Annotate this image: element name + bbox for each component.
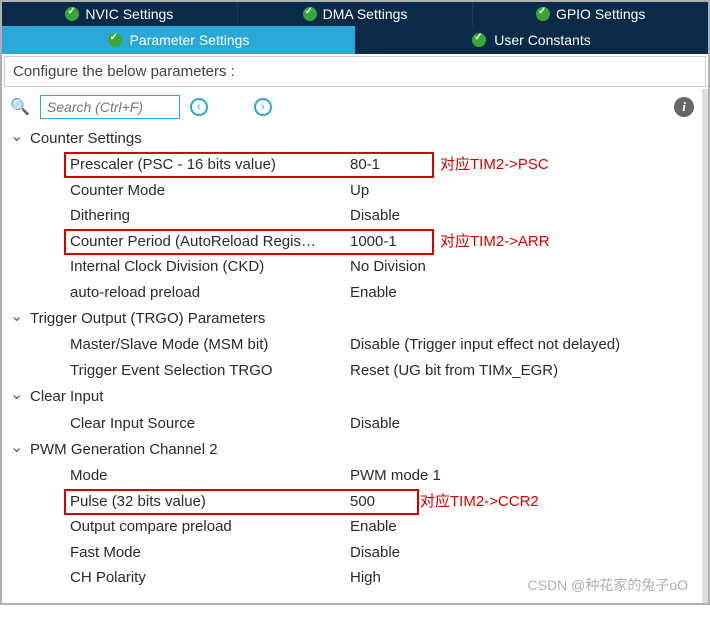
- row-clear-source[interactable]: Clear Input Source Disable: [10, 411, 694, 437]
- preload-label: auto-reload preload: [70, 280, 350, 306]
- chevron-down-icon: [10, 305, 24, 332]
- tab-gpio[interactable]: GPIO Settings: [473, 2, 708, 26]
- counter-mode-label: Counter Mode: [70, 178, 350, 204]
- tab-nvic[interactable]: NVIC Settings: [2, 2, 238, 26]
- fast-label: Fast Mode: [70, 540, 350, 566]
- tab-gpio-label: GPIO Settings: [556, 6, 645, 22]
- section-counter[interactable]: Counter Settings: [10, 125, 694, 152]
- row-pwm-mode[interactable]: Mode PWM mode 1: [10, 463, 694, 489]
- row-msm[interactable]: Master/Slave Mode (MSM bit) Disable (Tri…: [10, 332, 694, 358]
- sub-tabs: Parameter Settings User Constants: [2, 26, 708, 54]
- dithering-label: Dithering: [70, 203, 350, 229]
- section-trgo[interactable]: Trigger Output (TRGO) Parameters: [10, 305, 694, 332]
- check-icon: [108, 33, 122, 47]
- check-icon: [65, 7, 79, 21]
- event-value: Reset (UG bit from TIMx_EGR): [350, 358, 558, 384]
- tab-dma-label: DMA Settings: [323, 6, 408, 22]
- pwm-mode-value: PWM mode 1: [350, 463, 441, 489]
- row-counter-period[interactable]: Counter Period (AutoReload Regis… 1000-1…: [10, 229, 694, 255]
- tab-nvic-label: NVIC Settings: [85, 6, 173, 22]
- msm-label: Master/Slave Mode (MSM bit): [70, 332, 350, 358]
- dithering-value: Disable: [350, 203, 430, 229]
- clear-source-value: Disable: [350, 411, 430, 437]
- msm-value: Disable (Trigger input effect not delaye…: [350, 332, 620, 358]
- clear-source-label: Clear Input Source: [70, 411, 350, 437]
- section-pwm[interactable]: PWM Generation Channel 2: [10, 436, 694, 463]
- ckd-label: Internal Clock Division (CKD): [70, 254, 350, 280]
- counter-mode-value: Up: [350, 178, 430, 204]
- section-trgo-title: Trigger Output (TRGO) Parameters: [30, 306, 265, 332]
- parameter-tree: Counter Settings Prescaler (PSC - 16 bit…: [2, 125, 702, 603]
- row-prescaler[interactable]: Prescaler (PSC - 16 bits value) 80-1 对应T…: [10, 152, 694, 178]
- info-icon[interactable]: i: [674, 97, 694, 117]
- row-ocp[interactable]: Output compare preload Enable: [10, 514, 694, 540]
- row-ckd[interactable]: Internal Clock Division (CKD) No Divisio…: [10, 254, 694, 280]
- polarity-label: CH Polarity: [70, 565, 350, 591]
- search-row: 🔍 ‹ › i: [2, 89, 702, 125]
- chevron-down-icon: [10, 436, 24, 463]
- watermark: CSDN @种花家的兔子oO: [528, 575, 688, 595]
- polarity-value: High: [350, 565, 430, 591]
- search-input[interactable]: [40, 95, 180, 119]
- scrollbar[interactable]: [702, 89, 708, 603]
- fast-value: Disable: [350, 540, 430, 566]
- search-icon: 🔍: [10, 97, 30, 117]
- row-fast[interactable]: Fast Mode Disable: [10, 540, 694, 566]
- row-pulse[interactable]: Pulse (32 bits value) 500 对应TIM2->CCR2: [10, 489, 694, 515]
- tab-user-constants[interactable]: User Constants: [355, 26, 708, 54]
- ckd-value: No Division: [350, 254, 426, 280]
- ocp-value: Enable: [350, 514, 430, 540]
- section-pwm-title: PWM Generation Channel 2: [30, 437, 218, 463]
- check-icon: [472, 33, 486, 47]
- row-dithering[interactable]: Dithering Disable: [10, 203, 694, 229]
- row-auto-reload[interactable]: auto-reload preload Enable: [10, 280, 694, 306]
- chevron-down-icon: [10, 383, 24, 410]
- prev-match-button[interactable]: ‹: [190, 98, 208, 116]
- section-clear[interactable]: Clear Input: [10, 383, 694, 410]
- instruction-text: Configure the below parameters :: [4, 56, 706, 87]
- tab-user-label: User Constants: [494, 32, 590, 48]
- prescaler-annotation: 对应TIM2->PSC: [440, 152, 549, 178]
- tab-param-label: Parameter Settings: [130, 32, 250, 48]
- preload-value: Enable: [350, 280, 430, 306]
- tab-parameter-settings[interactable]: Parameter Settings: [2, 26, 355, 54]
- pulse-annotation: 对应TIM2->CCR2: [420, 489, 539, 515]
- check-icon: [303, 7, 317, 21]
- tab-dma[interactable]: DMA Settings: [238, 2, 474, 26]
- section-clear-title: Clear Input: [30, 384, 103, 410]
- event-label: Trigger Event Selection TRGO: [70, 358, 350, 384]
- row-counter-mode[interactable]: Counter Mode Up: [10, 178, 694, 204]
- check-icon: [536, 7, 550, 21]
- section-counter-title: Counter Settings: [30, 126, 142, 152]
- period-annotation: 对应TIM2->ARR: [440, 229, 550, 255]
- chevron-down-icon: [10, 125, 24, 152]
- row-trgo-event[interactable]: Trigger Event Selection TRGO Reset (UG b…: [10, 358, 694, 384]
- top-tabs: NVIC Settings DMA Settings GPIO Settings: [2, 2, 708, 26]
- next-match-button[interactable]: ›: [254, 98, 272, 116]
- pwm-mode-label: Mode: [70, 463, 350, 489]
- ocp-label: Output compare preload: [70, 514, 350, 540]
